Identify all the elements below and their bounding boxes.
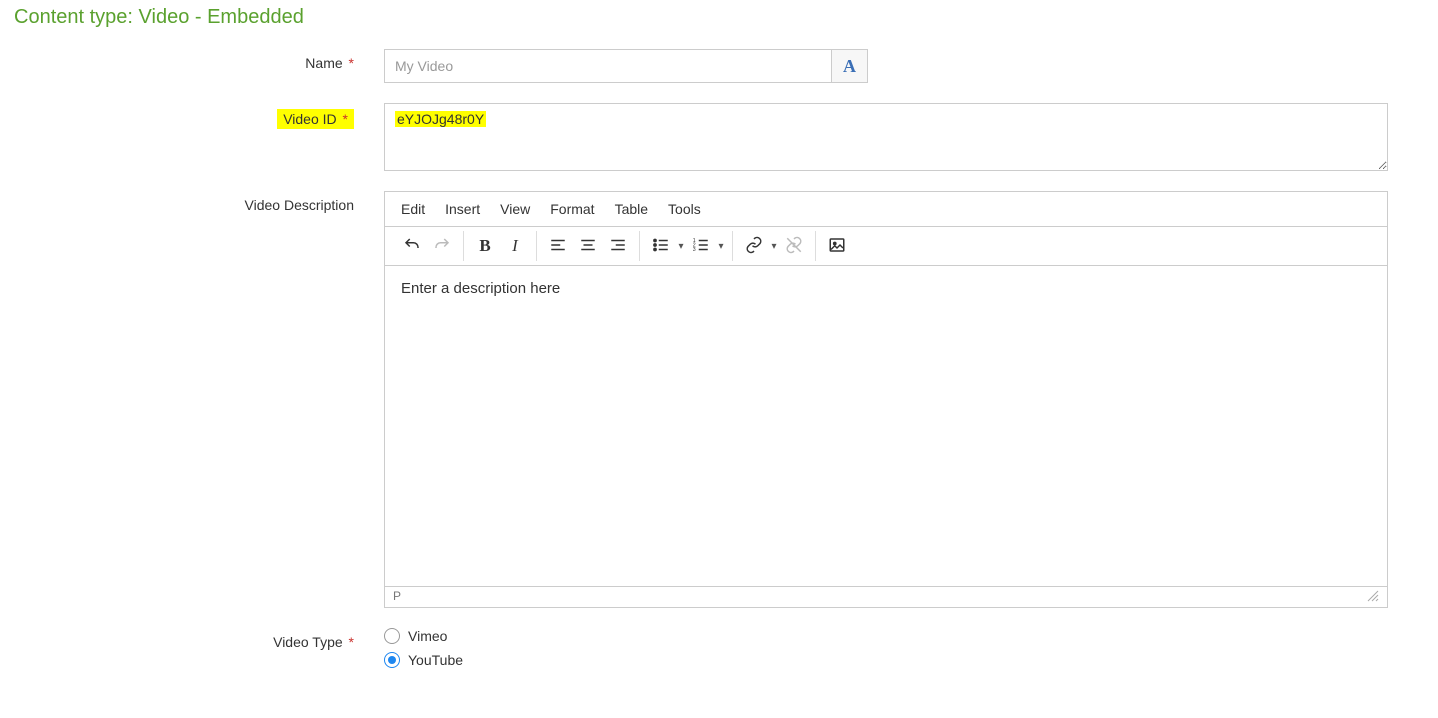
svg-text:3: 3: [693, 247, 696, 253]
font-picker-button[interactable]: A: [832, 49, 868, 83]
editor-menubar: Edit Insert View Format Table Tools: [385, 192, 1387, 227]
align-right-icon: [609, 236, 627, 257]
number-list-icon: 123: [692, 236, 710, 257]
menu-view[interactable]: View: [490, 195, 540, 223]
italic-icon: I: [512, 236, 518, 256]
undo-icon: [403, 236, 421, 257]
bullet-list-dropdown[interactable]: ▾: [676, 231, 686, 261]
italic-button[interactable]: I: [500, 231, 530, 261]
link-button[interactable]: [739, 231, 769, 261]
align-center-button[interactable]: [573, 231, 603, 261]
radio-vimeo-label: Vimeo: [408, 628, 447, 644]
align-left-icon: [549, 236, 567, 257]
resize-icon: [1367, 591, 1379, 605]
rich-text-editor: Edit Insert View Format Table Tools: [384, 191, 1388, 608]
row-video-id: Video ID * eYJOJg48r0Y: [14, 103, 1424, 171]
link-icon: [745, 236, 763, 257]
image-icon: [828, 236, 846, 257]
font-icon: A: [843, 56, 856, 77]
editor-toolbar: B I: [385, 227, 1387, 266]
label-video-type: Video Type *: [14, 628, 384, 650]
radio-youtube[interactable]: [384, 652, 400, 668]
editor-content-area[interactable]: Enter a description here: [385, 266, 1387, 586]
menu-format[interactable]: Format: [540, 195, 604, 223]
radio-youtube-label: YouTube: [408, 652, 463, 668]
chevron-down-icon: ▾: [678, 241, 683, 252]
required-asterisk: *: [345, 55, 354, 71]
chevron-down-icon: ▾: [771, 241, 776, 252]
menu-tools[interactable]: Tools: [658, 195, 711, 223]
number-list-dropdown[interactable]: ▾: [716, 231, 726, 261]
align-right-button[interactable]: [603, 231, 633, 261]
editor-statusbar: P: [385, 586, 1387, 607]
undo-button[interactable]: [397, 231, 427, 261]
page-title: Content type: Video - Embedded: [14, 6, 1424, 29]
required-asterisk: *: [339, 111, 348, 127]
align-left-button[interactable]: [543, 231, 573, 261]
label-video-id: Video ID *: [14, 103, 384, 129]
number-list-button[interactable]: 123: [686, 231, 716, 261]
row-name: Name * A: [14, 49, 1424, 83]
redo-button[interactable]: [427, 231, 457, 261]
image-button[interactable]: [822, 231, 852, 261]
menu-table[interactable]: Table: [605, 195, 658, 223]
menu-insert[interactable]: Insert: [435, 195, 490, 223]
video-type-radio-group: Vimeo YouTube: [384, 628, 1424, 668]
bullet-list-button[interactable]: [646, 231, 676, 261]
video-id-textarea[interactable]: eYJOJg48r0Y: [384, 103, 1388, 171]
bullet-list-icon: [652, 236, 670, 257]
menu-edit[interactable]: Edit: [391, 195, 435, 223]
video-id-value: eYJOJg48r0Y: [395, 111, 486, 127]
name-input[interactable]: [384, 49, 832, 83]
bold-button[interactable]: B: [470, 231, 500, 261]
label-name: Name *: [14, 49, 384, 71]
editor-path[interactable]: P: [393, 589, 401, 603]
required-asterisk: *: [345, 634, 354, 650]
bold-icon: B: [479, 236, 490, 256]
row-video-description: Video Description Edit Insert View Forma…: [14, 191, 1424, 608]
chevron-down-icon: ▾: [718, 241, 723, 252]
link-dropdown[interactable]: ▾: [769, 231, 779, 261]
unlink-button[interactable]: [779, 231, 809, 261]
label-video-description: Video Description: [14, 191, 384, 213]
row-video-type: Video Type * Vimeo YouTube: [14, 628, 1424, 668]
redo-icon: [433, 236, 451, 257]
editor-resize-handle[interactable]: [1367, 590, 1379, 602]
editor-text: Enter a description here: [401, 280, 560, 297]
align-center-icon: [579, 236, 597, 257]
unlink-icon: [785, 236, 803, 257]
radio-vimeo[interactable]: [384, 628, 400, 644]
